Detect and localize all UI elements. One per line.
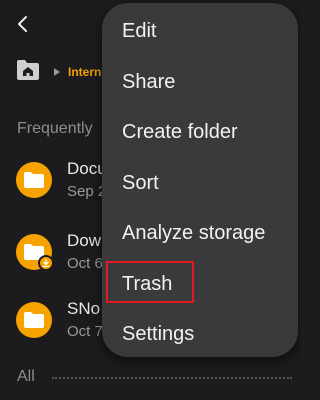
menu-item-label: Create folder xyxy=(122,121,238,143)
menu-item-edit[interactable]: Edit xyxy=(102,6,298,56)
section-title-frequently: Frequently xyxy=(17,120,93,137)
file-manager-screen: Intern Frequently Docu Sep 2 Dow Oct 6 S… xyxy=(0,0,300,400)
section-title-all: All xyxy=(17,368,35,385)
breadcrumb: Intern xyxy=(16,59,101,86)
file-date: Oct 7 xyxy=(67,323,103,340)
trash-highlight-box xyxy=(106,261,194,303)
menu-item-sort[interactable]: Sort xyxy=(102,158,298,208)
menu-item-label: Sort xyxy=(122,172,159,194)
menu-item-label: Share xyxy=(122,71,176,93)
menu-item-label: Analyze storage xyxy=(122,222,266,244)
menu-item-share[interactable]: Share xyxy=(102,57,298,107)
file-date: Oct 6 xyxy=(67,255,103,272)
menu-item-label: Settings xyxy=(122,323,195,345)
back-button[interactable] xyxy=(12,10,36,38)
folder-icon xyxy=(16,302,52,338)
folder-icon xyxy=(16,162,52,198)
file-date: Sep 2 xyxy=(67,183,107,200)
breadcrumb-path[interactable]: Intern xyxy=(68,65,101,79)
menu-item-settings[interactable]: Settings xyxy=(102,309,298,357)
file-name: Dow xyxy=(67,231,102,250)
file-name: SNo xyxy=(67,299,101,318)
download-badge-icon xyxy=(38,255,54,271)
chevron-right-icon xyxy=(54,68,60,76)
back-arrow-icon xyxy=(18,16,27,32)
divider xyxy=(52,377,292,379)
menu-item-label: Edit xyxy=(122,20,157,42)
menu-item-create-folder[interactable]: Create folder xyxy=(102,107,298,157)
home-button[interactable] xyxy=(16,59,40,86)
home-folder-icon xyxy=(17,59,39,80)
overflow-menu: Edit Share Create folder Sort Analyze st… xyxy=(102,3,298,357)
file-name: Docu xyxy=(67,159,107,178)
menu-item-analyze-storage[interactable]: Analyze storage xyxy=(102,208,298,258)
